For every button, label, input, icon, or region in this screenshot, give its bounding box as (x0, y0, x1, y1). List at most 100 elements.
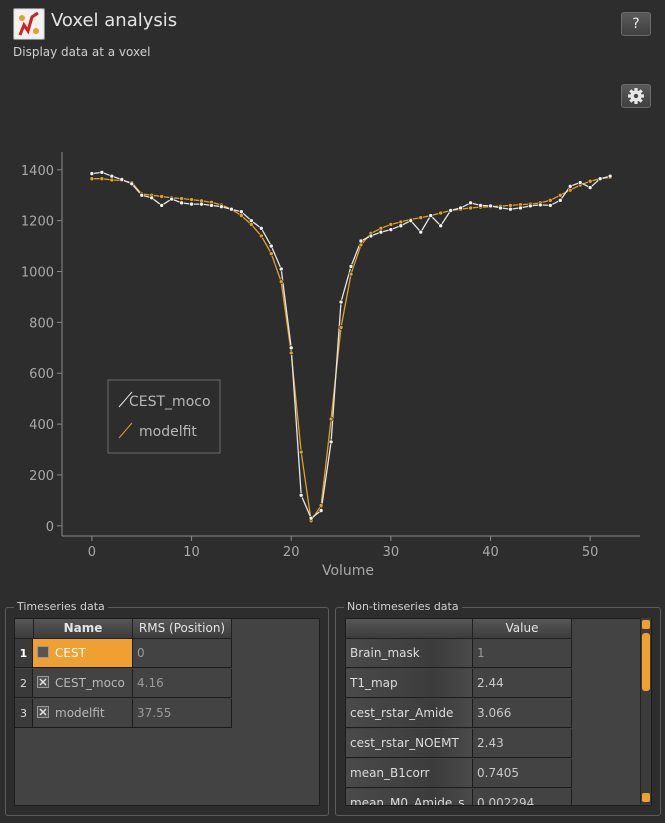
x-tick-label: 10 (183, 545, 200, 560)
param-value-t1-map: 2.44 (473, 669, 572, 698)
data-point-cest-moco (498, 205, 503, 211)
scroll-up-button[interactable] (642, 620, 650, 629)
param-name-brain-mask[interactable]: Brain_mask (346, 639, 473, 668)
data-point-cest-moco (219, 204, 224, 209)
settings-button[interactable] (621, 84, 651, 108)
row-header-3[interactable]: 3 (15, 699, 33, 728)
y-tick-label: 1200 (21, 215, 54, 230)
data-point-cest-moco (159, 203, 164, 208)
table-row-cest-moco-name[interactable]: CEST_moco (33, 669, 133, 698)
data-point-cest-moco (587, 185, 593, 190)
data-point-modelfit (418, 215, 424, 220)
data-point-cest-moco (239, 209, 244, 215)
data-point-modelfit (348, 271, 354, 277)
nontimeseries-scrollbar[interactable] (640, 618, 651, 804)
data-point-modelfit (298, 449, 304, 455)
scroll-thumb[interactable] (642, 633, 650, 691)
column-header-rms[interactable]: RMS (Position) (133, 619, 232, 639)
data-point-cest-moco (119, 177, 125, 182)
param-name-t1-map[interactable]: T1_map (346, 669, 473, 698)
column-header-name[interactable]: Name (34, 619, 133, 639)
data-point-modelfit (179, 196, 184, 201)
help-button[interactable]: ? (621, 12, 651, 36)
timeseries-table[interactable]: Name RMS (Position) 1 CEST 0 2 CEST_moco… (14, 618, 320, 806)
x-tick-label: 50 (582, 545, 599, 560)
data-point-cest-moco (268, 243, 274, 249)
param-value-mean-m0-amide: 0.002294 (473, 789, 572, 805)
check-x-icon (39, 678, 47, 686)
data-point-cest-moco (428, 213, 434, 218)
voxel-timeseries-chart: 0 200 400 600 800 1000 1200 1400 0 10 20 30 40 50 CES… (21, 152, 640, 579)
param-value-mean-b1corr: 0.7405 (473, 759, 572, 788)
column-header-value[interactable]: Value (473, 619, 572, 639)
timeseries-group-title: Timeseries data (14, 600, 108, 613)
data-point-cest-moco (468, 200, 473, 206)
data-point-cest-moco (567, 184, 573, 189)
data-point-cest-moco (169, 196, 174, 202)
data-point-cest-moco (538, 202, 543, 208)
param-name-cest-rstar-noemt[interactable]: cest_rstar_NOEMT (346, 729, 473, 758)
cell-name-cest: CEST (55, 646, 86, 660)
row-header-1[interactable]: 1 (15, 639, 33, 668)
data-point-cest-moco (478, 203, 483, 208)
param-name-mean-b1corr[interactable]: mean_B1corr (346, 759, 473, 788)
checkbox-cest-moco[interactable] (37, 676, 49, 688)
series-line-modelfit (91, 176, 611, 523)
y-tick-label: 1400 (21, 164, 54, 179)
table-row-modelfit-name[interactable]: modelfit (33, 699, 133, 728)
x-tick-label: 30 (383, 545, 400, 560)
data-point-cest-moco (488, 203, 493, 209)
data-point-cest-moco (388, 227, 394, 232)
cell-rms-cest-moco: 4.16 (133, 669, 232, 698)
data-point-cest-moco (318, 508, 324, 513)
data-point-cest-moco (438, 223, 443, 229)
scroll-down-button[interactable] (642, 793, 650, 802)
nontimeseries-table[interactable]: Value Brain_mask 1 T1_map 2.44 cest_rsta… (345, 618, 652, 806)
data-point-cest-moco (368, 233, 374, 239)
page-subtitle: Display data at a voxel (13, 45, 151, 59)
data-point-cest-moco (209, 203, 214, 208)
data-point-modelfit (159, 194, 164, 199)
checkbox-cest[interactable] (37, 646, 49, 658)
data-point-modelfit (239, 213, 244, 218)
voxel-analysis-icon (13, 8, 45, 40)
x-axis-label: Volume (322, 563, 374, 579)
checkbox-modelfit[interactable] (37, 706, 49, 718)
data-point-cest-moco (308, 515, 314, 521)
data-point-modelfit (388, 222, 394, 227)
data-point-cest-moco (288, 345, 294, 351)
data-point-cest-moco (378, 229, 384, 235)
data-point-cest-moco (109, 173, 115, 179)
data-point-modelfit (249, 222, 254, 227)
data-point-modelfit (328, 416, 334, 422)
row-header-2[interactable]: 2 (15, 669, 33, 698)
cell-name-cest-moco: CEST_moco (55, 676, 125, 690)
data-point-cest-moco (149, 195, 154, 201)
param-value-cest-rstar-amide: 3.066 (473, 699, 572, 728)
data-point-cest-moco (229, 206, 234, 212)
data-point-cest-moco (249, 218, 254, 223)
data-point-cest-moco (448, 208, 453, 213)
data-point-cest-moco (259, 225, 264, 231)
param-name-mean-m0-amide[interactable]: mean_M0_Amide_s (346, 789, 473, 805)
data-point-cest-moco (597, 176, 603, 182)
x-tick-label: 20 (283, 545, 300, 560)
column-header-param[interactable] (346, 619, 473, 639)
data-point-cest-moco (528, 203, 533, 209)
data-point-modelfit (288, 350, 294, 356)
data-point-modelfit (318, 503, 324, 508)
data-point-modelfit (358, 242, 364, 248)
data-point-cest-moco (179, 200, 184, 206)
data-point-cest-moco (557, 198, 563, 203)
data-point-modelfit (89, 176, 95, 182)
y-tick-label: 200 (29, 469, 54, 484)
data-point-modelfit (508, 203, 513, 208)
x-tick-label: 0 (88, 545, 96, 560)
data-point-modelfit (567, 187, 573, 193)
legend-label-modelfit: modelfit (139, 424, 197, 440)
data-point-modelfit (268, 251, 274, 257)
table-row-cest-name[interactable]: CEST (33, 639, 133, 668)
data-point-cest-moco (577, 180, 583, 185)
param-name-cest-rstar-amide[interactable]: cest_rstar_Amide (346, 699, 473, 728)
data-point-modelfit (587, 178, 593, 184)
